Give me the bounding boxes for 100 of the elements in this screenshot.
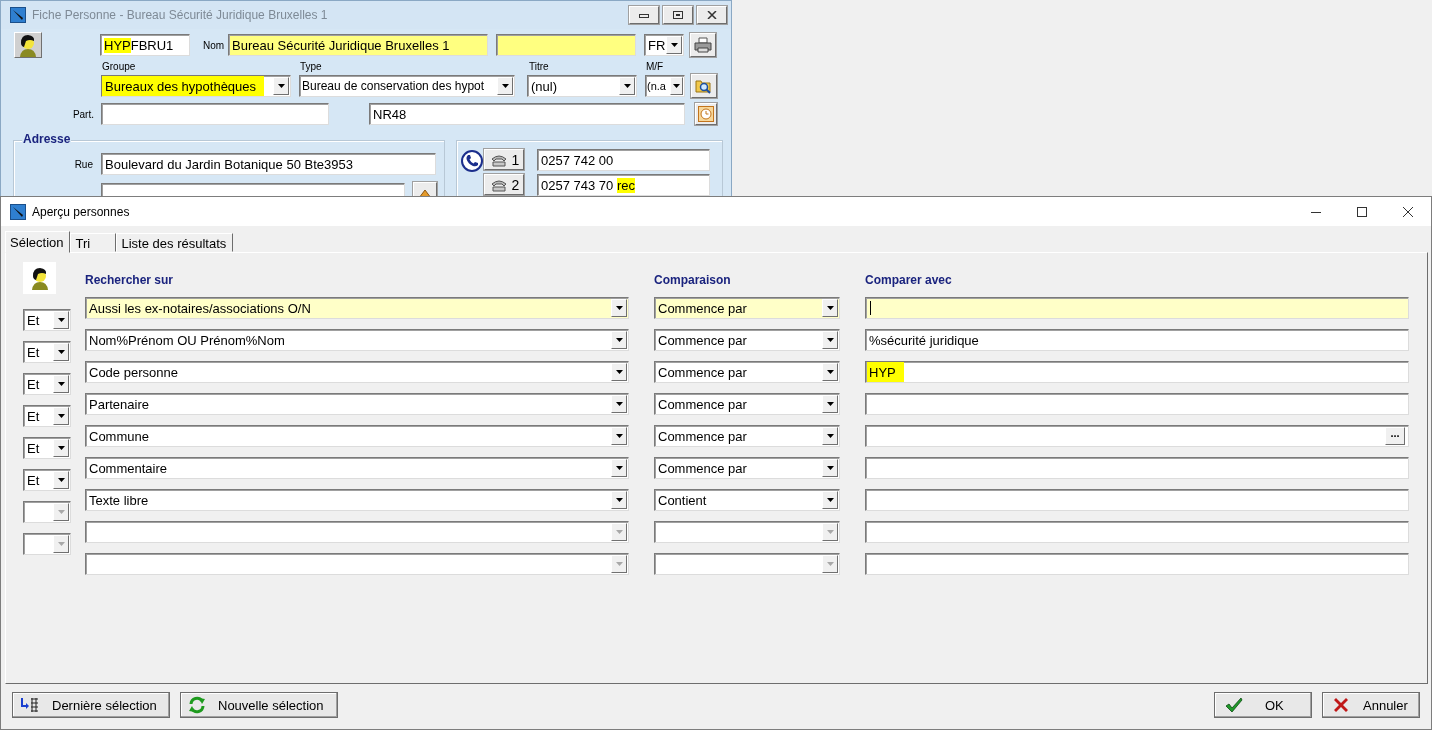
caret-icon bbox=[615, 498, 623, 502]
field-label: M/F bbox=[646, 61, 664, 73]
caret-icon bbox=[826, 498, 834, 502]
app-icon bbox=[10, 7, 26, 23]
history-button[interactable] bbox=[695, 103, 717, 125]
caret-icon bbox=[826, 562, 834, 566]
operator-dropdown[interactable]: Et bbox=[23, 309, 71, 331]
criteria-dropdown[interactable]: Commune bbox=[85, 425, 629, 447]
field-label: Groupe bbox=[102, 61, 137, 73]
operator-dropdown[interactable]: Et bbox=[23, 437, 71, 459]
caret-icon bbox=[615, 306, 623, 310]
reference-field[interactable]: NR48 bbox=[369, 103, 685, 125]
operator-dropdown[interactable]: Et bbox=[23, 405, 71, 427]
caret-icon bbox=[826, 338, 834, 342]
caret-icon bbox=[615, 338, 623, 342]
caret-icon bbox=[57, 542, 65, 546]
street-field[interactable]: Boulevard du Jardin Botanique 50 Bte3953 bbox=[101, 153, 436, 175]
title-dropdown[interactable]: (nul) bbox=[527, 75, 637, 97]
caret-icon bbox=[623, 84, 631, 88]
list-arrow-icon bbox=[20, 697, 40, 713]
criteria-dropdown[interactable]: Code personne bbox=[85, 361, 629, 383]
phone-icon bbox=[461, 150, 483, 172]
criteria-dropdown[interactable]: Aussi les ex-notaires/associations O/N bbox=[85, 297, 629, 319]
phone-button[interactable]: 1 bbox=[484, 149, 524, 170]
comparison-dropdown[interactable]: Commence par bbox=[654, 297, 840, 319]
caret-icon bbox=[615, 370, 623, 374]
value-field[interactable] bbox=[865, 457, 1409, 479]
cancel-button[interactable]: Annuler bbox=[1322, 692, 1420, 718]
criteria-dropdown[interactable]: Nom%Prénom OU Prénom%Nom bbox=[85, 329, 629, 351]
print-button[interactable] bbox=[690, 33, 716, 57]
app-icon bbox=[10, 203, 26, 220]
caret-icon bbox=[615, 402, 623, 406]
input-field[interactable] bbox=[496, 34, 636, 56]
tab[interactable]: Sélection bbox=[5, 231, 71, 253]
caret-icon bbox=[670, 43, 678, 47]
value-field[interactable] bbox=[865, 393, 1409, 415]
operator-dropdown[interactable]: Et bbox=[23, 373, 71, 395]
phone-field[interactable]: 0257 743 70 rec bbox=[537, 173, 710, 196]
search-button[interactable] bbox=[691, 74, 717, 98]
comparison-dropdown[interactable]: Contient bbox=[654, 489, 840, 511]
tab[interactable]: Tri bbox=[70, 233, 117, 252]
folder-search-icon bbox=[695, 78, 713, 94]
caret-icon bbox=[826, 530, 834, 534]
caret-icon bbox=[826, 306, 834, 310]
value-field[interactable] bbox=[865, 297, 1409, 319]
comparison-dropdown[interactable]: Commence par bbox=[654, 457, 840, 479]
caret-icon bbox=[673, 84, 680, 88]
close-icon bbox=[707, 11, 717, 19]
clock-icon bbox=[698, 106, 714, 122]
restore-button[interactable] bbox=[663, 6, 693, 24]
tab[interactable]: Liste des résultats bbox=[116, 233, 234, 252]
ellipsis-button[interactable]: ... bbox=[1385, 427, 1405, 445]
minimize-icon bbox=[639, 12, 649, 18]
last-selection-button[interactable]: Dernière sélection bbox=[12, 692, 170, 718]
name-field[interactable]: Bureau Sécurité Juridique Bruxelles 1 bbox=[228, 34, 488, 56]
operator-dropdown[interactable]: Et bbox=[23, 469, 71, 491]
caret-icon bbox=[57, 478, 65, 482]
caret-icon bbox=[826, 434, 834, 438]
gender-dropdown[interactable]: (n.a bbox=[645, 75, 685, 97]
group-dropdown[interactable]: Bureaux des hypothèques bbox=[101, 75, 291, 97]
comparison-dropdown[interactable]: Commence par bbox=[654, 425, 840, 447]
value-field[interactable] bbox=[865, 553, 1409, 575]
criteria-dropdown[interactable]: Commentaire bbox=[85, 457, 629, 479]
type-dropdown[interactable]: Bureau de conservation des hypot bbox=[299, 75, 515, 97]
printer-icon bbox=[694, 37, 712, 53]
partner-field[interactable] bbox=[101, 103, 329, 125]
operator-dropdown[interactable]: Et bbox=[23, 341, 71, 363]
value-field[interactable]: HYP bbox=[865, 361, 1409, 383]
checkmark-icon bbox=[1225, 697, 1243, 713]
comparison-dropdown[interactable]: Commence par bbox=[654, 329, 840, 351]
caret-icon bbox=[57, 382, 65, 386]
caret-icon bbox=[57, 350, 65, 354]
cross-icon bbox=[1333, 697, 1349, 713]
value-field[interactable]: %sécurité juridique bbox=[865, 329, 1409, 351]
comparison-dropdown[interactable]: Commence par bbox=[654, 393, 840, 415]
column-header: Comparaison bbox=[654, 273, 732, 287]
window-title: Fiche Personne - Bureau Sécurité Juridique Bruxelles 1 bbox=[32, 8, 328, 22]
language-dropdown[interactable]: FR bbox=[644, 34, 684, 56]
comparison-dropdown[interactable]: Commence par bbox=[654, 361, 840, 383]
caret-icon bbox=[615, 562, 623, 566]
criteria-dropdown[interactable]: Texte libre bbox=[85, 489, 629, 511]
criteria-dropdown[interactable]: Partenaire bbox=[85, 393, 629, 415]
phone-field[interactable]: 0257 742 00 bbox=[537, 148, 710, 171]
field-label: Type bbox=[300, 61, 323, 73]
ok-button[interactable]: OK bbox=[1214, 692, 1312, 718]
code-field[interactable]: HYPFBRU1 bbox=[100, 34, 190, 56]
close-button[interactable] bbox=[697, 6, 727, 24]
value-field[interactable]: ... bbox=[865, 425, 1409, 447]
new-selection-button[interactable]: Nouvelle sélection bbox=[180, 692, 338, 718]
value-field[interactable] bbox=[865, 521, 1409, 543]
caret-icon bbox=[826, 370, 834, 374]
minimize-button[interactable] bbox=[629, 6, 659, 24]
refresh-icon bbox=[188, 696, 206, 714]
caret-icon bbox=[826, 402, 834, 406]
value-field[interactable] bbox=[865, 489, 1409, 511]
maximize-icon bbox=[1357, 206, 1367, 217]
caret-icon bbox=[501, 84, 509, 88]
close-icon bbox=[1403, 206, 1413, 217]
phone-button[interactable]: 2 bbox=[484, 174, 524, 195]
caret-icon bbox=[615, 530, 623, 534]
